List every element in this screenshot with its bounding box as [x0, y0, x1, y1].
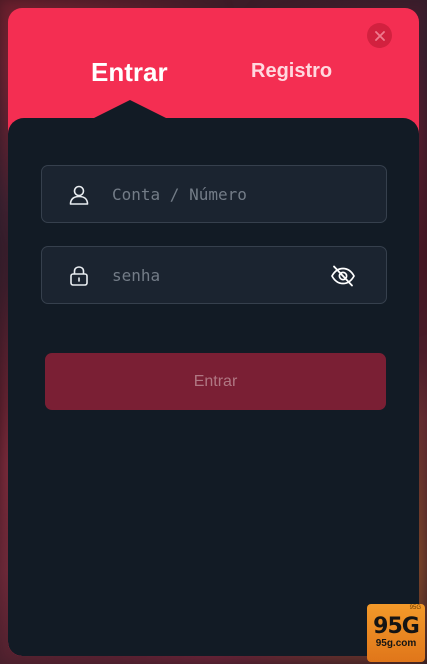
site-badge[interactable]: 95G 95G 95g.com: [367, 604, 425, 662]
password-field[interactable]: [41, 246, 387, 304]
active-tab-indicator: [90, 100, 170, 120]
close-icon: [374, 30, 385, 41]
tab-register[interactable]: Registro: [251, 60, 332, 83]
tab-bar: Entrar Registro: [8, 8, 419, 120]
user-icon: [69, 185, 89, 205]
tab-login[interactable]: Entrar: [91, 57, 168, 88]
password-input[interactable]: [112, 247, 322, 303]
close-button[interactable]: [367, 23, 392, 48]
lock-icon: [70, 266, 88, 286]
eye-off-icon[interactable]: [330, 264, 356, 288]
badge-top-text: 95G: [409, 605, 421, 611]
badge-domain-text: 95g.com: [375, 638, 417, 649]
account-input[interactable]: [112, 166, 322, 222]
submit-button[interactable]: Entrar: [45, 353, 386, 410]
login-modal: Entrar Registro Entrar: [8, 8, 419, 656]
badge-logo-text: 95G: [373, 614, 420, 639]
account-field[interactable]: [41, 165, 387, 223]
